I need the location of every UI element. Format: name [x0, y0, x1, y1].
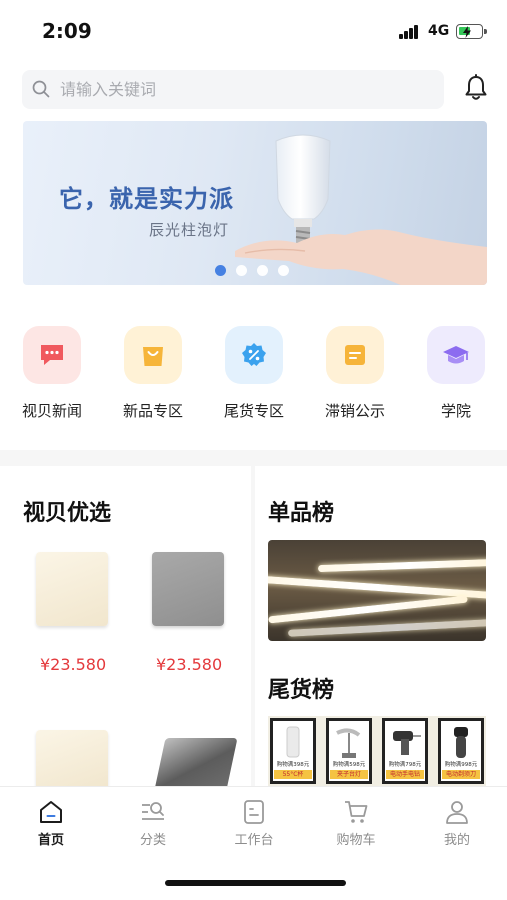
tab-label: 购物车 — [336, 833, 376, 848]
pagination-dot[interactable] — [236, 265, 247, 276]
clearance-tag: 夹子台灯 — [330, 770, 368, 779]
pagination-dot[interactable] — [278, 265, 289, 276]
category-academy[interactable]: 学院 — [410, 322, 502, 427]
desk-lamp-icon — [336, 728, 361, 758]
graduation-cap-icon — [427, 326, 485, 384]
tab-label: 分类 — [139, 833, 166, 848]
discount-badge-icon — [225, 326, 283, 384]
category-label: 滞销公示 — [324, 402, 385, 420]
product-image[interactable] — [154, 738, 238, 790]
tab-category[interactable]: 分类 — [113, 799, 193, 848]
tab-cart[interactable]: 购物车 — [316, 799, 396, 848]
status-time: 2:09 — [42, 19, 92, 43]
product-image[interactable] — [152, 552, 224, 626]
product-image[interactable] — [36, 730, 108, 790]
tab-label: 工作台 — [234, 833, 274, 848]
document-icon — [326, 326, 384, 384]
product-image[interactable] — [36, 552, 108, 626]
category-new-products[interactable]: 新品专区 — [107, 322, 199, 427]
clearance-strip: 购物满398元 55°C杯 购物满598元 夹子台灯 购物满798元 电动手电钻… — [268, 716, 486, 786]
clearance-promo: 购物满798元 — [386, 761, 424, 769]
category-label: 尾货专区 — [223, 402, 284, 420]
category-grid: 视贝新闻 新品专区 尾货专区 滞销公示 学院 — [0, 322, 507, 432]
battery-icon — [456, 24, 487, 39]
drill-icon — [393, 731, 421, 755]
chat-bubble-icon — [23, 326, 81, 384]
search-icon — [32, 80, 50, 98]
cup-icon — [286, 726, 300, 758]
banner-subline: 辰光柱泡灯 — [149, 221, 230, 239]
workbench-icon — [244, 800, 264, 824]
pagination-dot[interactable] — [215, 265, 226, 276]
category-news[interactable]: 视贝新闻 — [6, 322, 98, 427]
promo-banner[interactable]: 它，就是实力派 辰光柱泡灯 — [23, 121, 487, 285]
tab-profile[interactable]: 我的 — [417, 799, 497, 848]
clearance-tag: 电动手电钻 — [386, 770, 424, 779]
section-divider — [0, 450, 507, 466]
category-label: 视贝新闻 — [21, 402, 82, 420]
featured-section: 视贝优选 ¥23.580 ¥23.580 — [0, 466, 251, 790]
category-search-icon — [142, 802, 164, 820]
clearance-tag: 电动剃须刀 — [442, 770, 480, 779]
clearance-tag: 55°C杯 — [274, 770, 312, 779]
home-indicator[interactable] — [165, 880, 346, 886]
clearance-item[interactable]: 购物满398元 55°C杯 — [270, 718, 316, 784]
pagination-dot[interactable] — [257, 265, 268, 276]
category-clearance[interactable]: 尾货专区 — [208, 322, 300, 427]
tab-label: 首页 — [37, 833, 64, 848]
tab-home[interactable]: 首页 — [11, 799, 91, 848]
clearance-item[interactable]: 购物满798元 电动手电钻 — [382, 718, 428, 784]
signal-icon — [399, 25, 419, 39]
ranking-title: 单品榜 — [268, 501, 335, 526]
tab-label: 我的 — [443, 833, 470, 848]
clearance-promo: 购物满998元 — [442, 761, 480, 769]
shaver-icon — [454, 727, 468, 758]
clearance-item[interactable]: 购物满998元 电动剃须刀 — [438, 718, 484, 784]
category-label: 新品专区 — [122, 402, 183, 420]
category-label: 学院 — [440, 402, 471, 420]
clearance-promo: 购物满398元 — [274, 761, 312, 769]
clearance-title: 尾货榜 — [268, 678, 335, 703]
shopping-bag-icon — [124, 326, 182, 384]
product-price: ¥23.580 — [40, 655, 107, 674]
rankings-section: 单品榜 尾货榜 购物满398元 55°C杯 购物满598元 夹子台灯 购物满79… — [255, 466, 507, 786]
banner-pagination — [215, 261, 299, 276]
clearance-promo: 购物满598元 — [330, 761, 368, 769]
featured-title: 视贝优选 — [23, 501, 112, 526]
product-price: ¥23.580 — [156, 655, 223, 674]
home-icon — [40, 801, 62, 823]
status-bar: 2:09 4G — [0, 0, 507, 60]
search-bar[interactable] — [22, 70, 444, 109]
bell-icon[interactable] — [462, 74, 490, 102]
clearance-item[interactable]: 购物满598元 夹子台灯 — [326, 718, 372, 784]
category-unsold[interactable]: 滞销公示 — [309, 322, 401, 427]
profile-icon — [446, 801, 468, 824]
search-input[interactable] — [60, 70, 430, 109]
app-screen: 2:09 4G 它，就是实力派 辰光柱泡灯 — [0, 0, 507, 900]
ranking-banner-image[interactable] — [268, 540, 486, 641]
cart-icon — [345, 801, 368, 823]
tab-workbench[interactable]: 工作台 — [214, 799, 294, 848]
banner-headline: 它，就是实力派 — [59, 185, 234, 213]
network-label: 4G — [428, 23, 450, 39]
hand-image — [235, 229, 487, 285]
